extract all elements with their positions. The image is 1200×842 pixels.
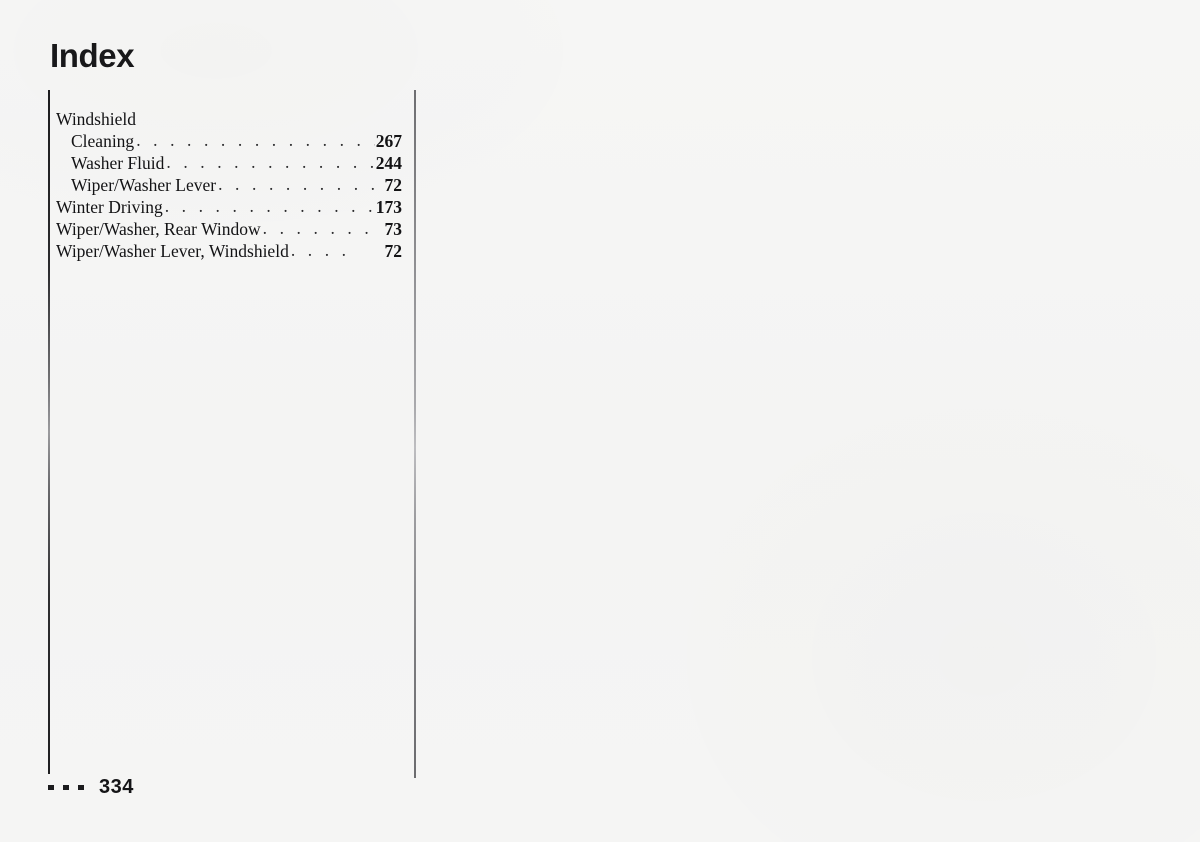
index-entry-leader-dots: . . . . xyxy=(290,240,351,260)
column-rule-left xyxy=(48,90,50,774)
index-entry-label: Wiper/Washer Lever, Windshield xyxy=(56,241,289,261)
footer-dot-icon xyxy=(63,785,69,790)
footer-dot-icon xyxy=(48,785,54,790)
index-entry-leader-dots: . . . . . . . . . . . xyxy=(218,174,384,194)
index-entry-list: Windshield Cleaning. . . . . . . . . . . … xyxy=(56,108,402,262)
index-entry: Wiper/Washer Lever, Windshield. . . . 72 xyxy=(56,240,402,262)
index-entry: Cleaning. . . . . . . . . . . . . . . . … xyxy=(56,130,402,152)
page-footer: 334 xyxy=(48,776,134,799)
index-entry-label: Wiper/Washer, Rear Window xyxy=(56,219,261,239)
footer-dot-icon xyxy=(78,785,84,790)
index-entry: Winter Driving. . . . . . . . . . . . . … xyxy=(56,196,402,218)
index-entry-page-number: 173 xyxy=(375,197,402,217)
index-entry-page-number: 72 xyxy=(384,241,403,261)
index-entry-leader-dots: . . . . . . . xyxy=(262,218,373,238)
index-entry-leader-dots: . . . . . . . . . . . . . . . . . . xyxy=(136,130,375,150)
index-entry: Washer Fluid. . . . . . . . . . . . . . … xyxy=(56,152,402,174)
index-entry-label: Wiper/Washer Lever xyxy=(71,175,217,195)
index-entry-label: Windshield xyxy=(56,109,136,129)
index-entry-label: Cleaning xyxy=(71,131,135,151)
page-title: Index xyxy=(50,37,135,74)
index-entry-page-number: 73 xyxy=(384,219,403,239)
column-rule-middle xyxy=(414,90,416,778)
index-entry: Wiper/Washer, Rear Window. . . . . . . 73 xyxy=(56,218,402,240)
index-entry-page-number: 244 xyxy=(375,153,402,173)
index-entry-label: Washer Fluid xyxy=(71,153,165,173)
index-entry-leader-dots: . . . . . . . . . . . . . . . . xyxy=(166,152,374,172)
page-number: 334 xyxy=(99,776,134,798)
index-entry: Windshield xyxy=(56,108,402,130)
index-entry-page-number: 267 xyxy=(375,131,402,151)
index-entry: Wiper/Washer Lever. . . . . . . . . . .7… xyxy=(56,174,402,196)
index-entry-page-number: 72 xyxy=(384,175,403,195)
index-entry-label: Winter Driving xyxy=(56,197,163,217)
index-entry-leader-dots: . . . . . . . . . . . . . . . . . xyxy=(164,196,375,216)
